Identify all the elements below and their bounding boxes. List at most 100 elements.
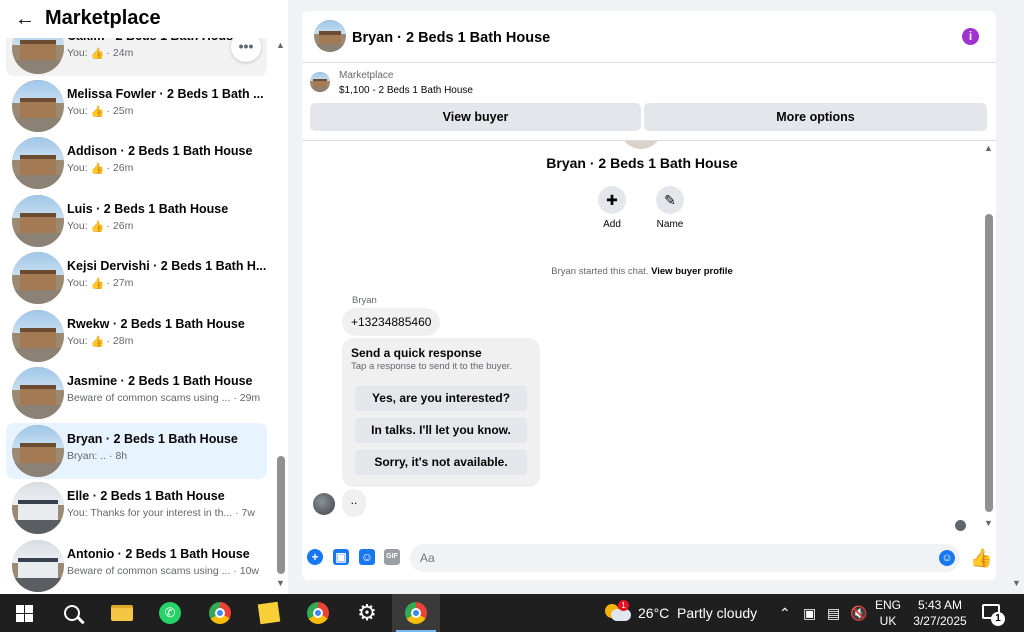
weather-badge: 1 [618,600,629,611]
windows-logo-icon [15,604,33,622]
conversation-item[interactable]: Jasmine · 2 Beds 1 Bath House Beware of c… [6,365,267,421]
view-buyer-profile-link[interactable]: View buyer profile [651,266,733,277]
weather-widget[interactable]: 1 [605,600,631,624]
conversation-name: Addison · 2 Beds 1 Bath House [67,144,253,158]
sender-avatar [313,493,335,515]
conversation-item[interactable]: Cakim · 2 Beds 1 Bath House You: 👍 · 24m •… [6,38,267,76]
whatsapp-button[interactable]: ✆ [146,594,194,632]
network-icon[interactable]: ▤ [827,604,840,622]
thumbs-up-icon: 👍 [90,336,105,348]
chrome-profile-button[interactable] [294,594,342,632]
add-label: Add [603,219,621,230]
scroll-up-arrow-icon[interactable]: ▲ [984,143,993,153]
windows-taskbar: ✆ ⚙ 1 26°C Partly cloudy ⌃ ▣ ▤ 🔇 ENG UK … [0,594,1024,632]
conversation-item[interactable]: Addison · 2 Beds 1 Bath House You: 👍 · 26… [6,135,267,191]
seen-indicator-avatar [955,520,966,531]
chrome-active-window-button[interactable] [392,594,440,632]
keyboard-layout: UK [879,614,897,628]
preview-prefix: You: [67,277,91,289]
preview-text: Beware of common scams using ... [67,565,231,577]
listing-thumbnail [12,252,64,304]
more-options-icon[interactable]: ••• [231,38,261,62]
thumbnail-ground [12,233,64,247]
info-icon[interactable]: i [962,28,979,45]
scrollbar-thumb[interactable] [277,456,285,574]
plus-icon[interactable]: + [307,549,323,565]
scrollbar-thumb[interactable] [985,214,993,512]
profile-avatar [620,141,662,149]
language-code: ENG [874,598,901,612]
file-explorer-button[interactable] [98,594,146,632]
start-button[interactable] [0,594,48,632]
folder-icon [111,605,133,621]
chrome-button[interactable] [196,594,244,632]
conversation-preview: Beware of common scams using ... · 10w [67,565,259,577]
settings-button[interactable]: ⚙ [343,594,391,632]
sticky-notes-button[interactable] [245,594,293,632]
conversation-name: Elle · 2 Beds 1 Bath House [67,489,225,503]
thumbs-up-icon[interactable]: 👍 [970,548,992,568]
meet-now-icon[interactable]: ▣ [803,604,816,622]
chrome-icon [307,602,329,624]
thumbs-up-icon: 👍 [90,48,105,60]
system-clock[interactable]: 5:43 AM 3/27/2025 [912,597,968,629]
view-buyer-button[interactable]: View buyer [310,103,641,131]
scroll-down-arrow-icon[interactable]: ▼ [984,518,993,528]
conversation-name: Cakim · 2 Beds 1 Bath House [67,38,240,43]
more-options-button[interactable]: More options [644,103,987,131]
message-input[interactable] [420,550,920,566]
message-input-box[interactable] [410,544,960,572]
page-scrollbar[interactable]: ▼ [1010,0,1024,594]
chat-title[interactable]: Bryan · 2 Beds 1 Bath House [352,30,550,46]
conversation-name: Kejsi Dervishi · 2 Beds 1 Bath H... [67,259,267,273]
preview-time: · 25m [106,105,134,117]
listing-thumbnail[interactable] [310,72,330,92]
sidebar-scrollbar[interactable]: ▲ ▼ [274,38,288,594]
photo-icon[interactable]: ▣ [333,549,349,565]
conversation-item[interactable]: Elle · 2 Beds 1 Bath House You: Thanks fo… [6,480,267,536]
last-message-bubble[interactable]: .. [342,489,366,517]
scroll-up-arrow-icon[interactable]: ▲ [276,40,285,50]
chat-started-notice: Bryan started this chat. View buyer prof… [302,266,982,277]
add-friend-action[interactable]: ✚ Add [582,186,642,230]
quick-response-in-talks[interactable]: In talks. I'll let you know. [355,418,527,443]
conversation-preview: You: 👍 · 26m [67,162,133,175]
language-indicator[interactable]: ENG UK [873,597,903,629]
scroll-down-arrow-icon[interactable]: ▼ [1012,578,1021,588]
chat-avatar[interactable] [314,20,346,52]
chevron-up-icon[interactable]: ⌃ [779,604,791,622]
speaker-muted-icon[interactable]: 🔇 [850,604,867,622]
gear-icon: ⚙ [357,600,377,625]
preview-time: · 29m [233,392,261,404]
message-bubble[interactable]: +13234885460 [342,308,441,336]
edit-name-action[interactable]: ✎ Name [640,186,700,230]
conversation-item[interactable]: Luis · 2 Beds 1 Bath House You: 👍 · 26m [6,193,267,249]
weather-temperature[interactable]: 26°C [638,605,669,621]
emoji-icon[interactable]: ☺ [939,550,955,566]
conversation-item[interactable]: Antonio · 2 Beds 1 Bath House Beware of c… [6,538,267,594]
scroll-down-arrow-icon[interactable]: ▼ [276,578,285,588]
quick-response-not-available[interactable]: Sorry, it's not available. [355,450,527,475]
conversation-item[interactable]: Kejsi Dervishi · 2 Beds 1 Bath H... You: … [6,250,267,306]
conversation-sidebar: ← Marketplace Cakim · 2 Beds 1 Bath Hous… [0,0,288,594]
name-label: Name [656,219,684,230]
weather-description[interactable]: Partly cloudy [677,605,757,621]
thumbnail-ground [12,348,64,362]
gif-icon[interactable]: GIF [384,549,400,565]
thumbnail-ground [12,578,64,592]
back-arrow-icon[interactable]: ← [15,9,35,29]
preview-text: Beware of common scams using ... [67,392,231,404]
preview-prefix: You: [67,220,91,232]
conversation-item[interactable]: Melissa Fowler · 2 Beds 1 Bath ... You: 👍… [6,78,267,134]
chat-scrollbar[interactable]: ▲ ▼ [983,141,995,536]
preview-time: · 10w [233,565,260,577]
conversation-item[interactable]: Bryan · 2 Beds 1 Bath House Bryan: .. · 8… [6,423,267,479]
quick-response-interested[interactable]: Yes, are you interested? [355,386,527,411]
avatar-ground [314,44,346,52]
sticker-icon[interactable]: ☺ [359,549,375,565]
conversation-preview: Beware of common scams using ... · 29m [67,392,260,404]
search-button[interactable] [48,594,96,632]
conversation-item[interactable]: Rwekw · 2 Beds 1 Bath House You: 👍 · 28m [6,308,267,364]
listing-price-title[interactable]: $1,100 - 2 Beds 1 Bath House [339,85,473,96]
clock-date: 3/27/2025 [913,614,967,628]
